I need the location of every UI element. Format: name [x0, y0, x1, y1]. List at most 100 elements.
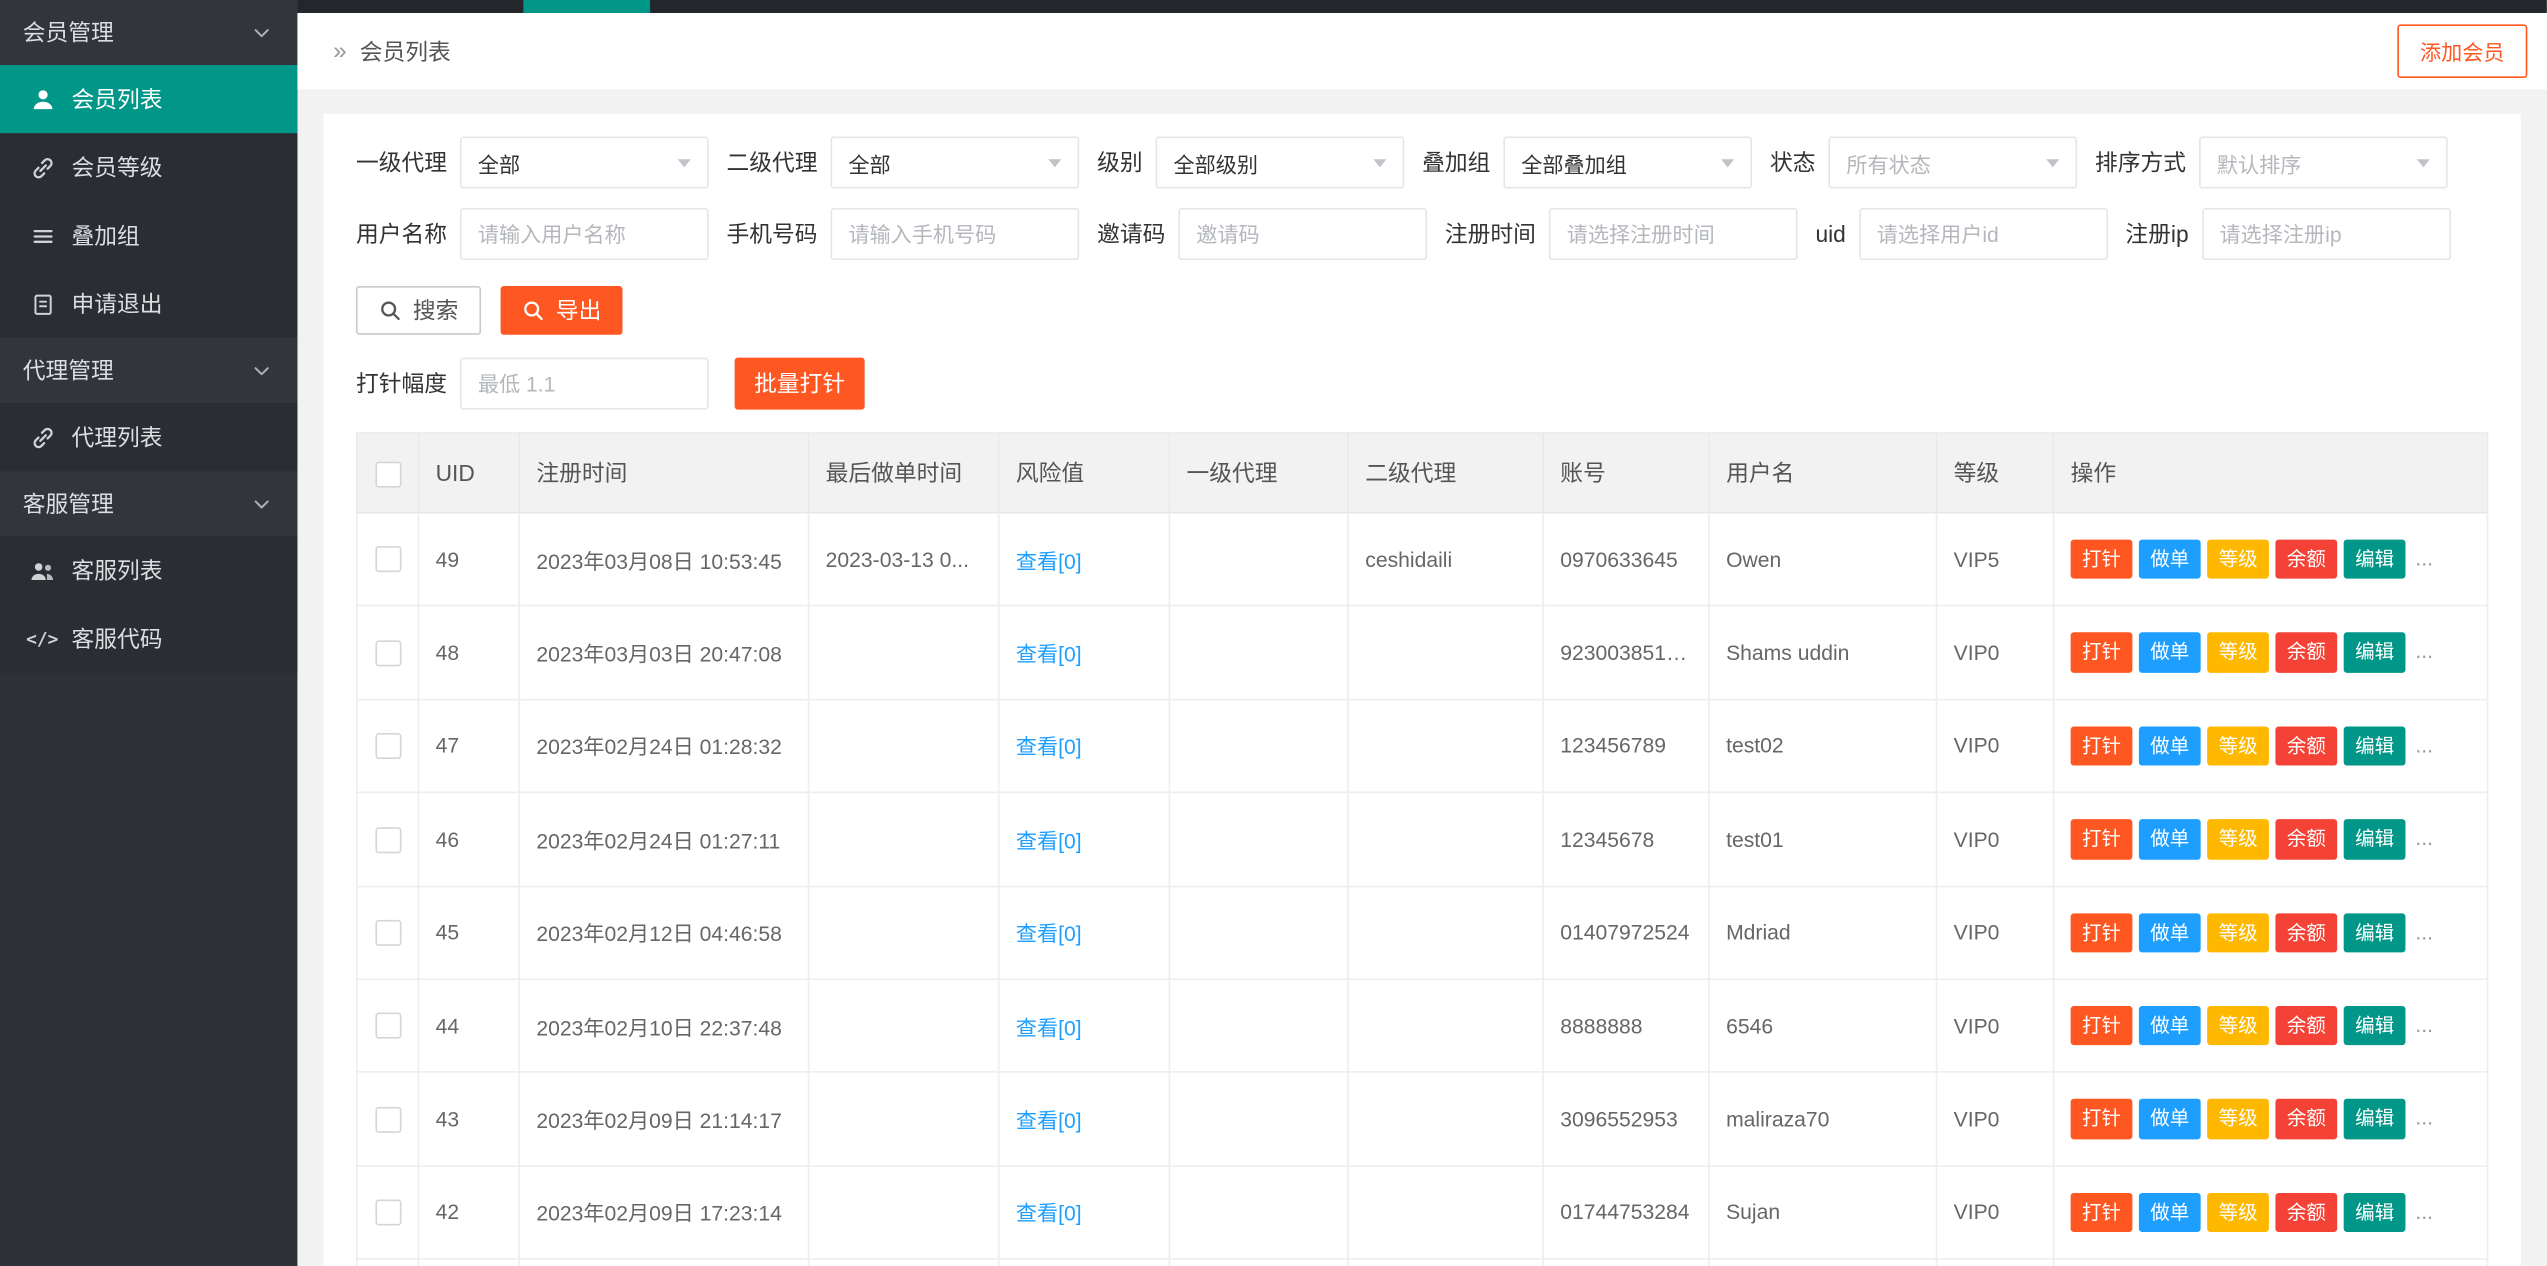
sidebar-group-service-manage[interactable]: 客服管理: [0, 471, 297, 536]
needle-action-button[interactable]: 打针: [2071, 913, 2133, 953]
risk-view-link[interactable]: 查看[0]: [1016, 735, 1082, 759]
sort-select[interactable]: 默认排序: [2199, 137, 2448, 189]
sidebar-item-service-list[interactable]: 客服列表: [0, 536, 297, 604]
risk-view-link[interactable]: 查看[0]: [1016, 922, 1082, 946]
order-action-button[interactable]: 做单: [2139, 1193, 2201, 1233]
cell-uid: 47: [419, 699, 520, 792]
edit-action-button[interactable]: 编辑: [2344, 726, 2406, 766]
row-checkbox[interactable]: [375, 920, 401, 946]
more-actions[interactable]: ...: [2415, 1106, 2433, 1130]
phone-input[interactable]: [831, 208, 1080, 260]
needle-action-button[interactable]: 打针: [2071, 540, 2133, 580]
level-action-button[interactable]: 等级: [2207, 540, 2269, 580]
needle-action-button[interactable]: 打针: [2071, 1006, 2133, 1046]
edit-action-button[interactable]: 编辑: [2344, 633, 2406, 673]
cell-agent1: [1169, 886, 1348, 979]
row-checkbox[interactable]: [375, 733, 401, 759]
level-action-button[interactable]: 等级: [2207, 1099, 2269, 1139]
agent1-select[interactable]: 全部: [460, 137, 709, 189]
balance-action-button[interactable]: 余额: [2275, 1006, 2337, 1046]
sidebar-item-stack-group[interactable]: 叠加组: [0, 202, 297, 270]
export-button[interactable]: 导出: [501, 286, 623, 335]
more-actions[interactable]: ...: [2415, 1199, 2433, 1223]
needle-action-button[interactable]: 打针: [2071, 1099, 2133, 1139]
needle-action-button[interactable]: 打针: [2071, 819, 2133, 859]
username-input[interactable]: [460, 208, 709, 260]
risk-view-link[interactable]: 查看[0]: [1016, 1109, 1082, 1133]
order-action-button[interactable]: 做单: [2139, 1099, 2201, 1139]
row-checkbox[interactable]: [375, 827, 401, 853]
order-action-button[interactable]: 做单: [2139, 819, 2201, 859]
more-actions[interactable]: ...: [2415, 639, 2433, 663]
search-button[interactable]: 搜索: [356, 286, 481, 335]
sidebar-group-member-manage[interactable]: 会员管理: [0, 0, 297, 65]
level-action-button[interactable]: 等级: [2207, 726, 2269, 766]
chevron-down-icon: [1373, 159, 1386, 174]
needle-action-button[interactable]: 打针: [2071, 633, 2133, 673]
invite-code-input[interactable]: [1178, 208, 1427, 260]
more-actions[interactable]: ...: [2415, 546, 2433, 570]
select-all-checkbox[interactable]: [375, 461, 401, 487]
balance-action-button[interactable]: 余额: [2275, 540, 2337, 580]
row-checkbox[interactable]: [375, 1107, 401, 1133]
sidebar-item-agent-list[interactable]: 代理列表: [0, 403, 297, 471]
uid-input[interactable]: [1859, 208, 2108, 260]
risk-view-link[interactable]: 查看[0]: [1016, 549, 1082, 573]
level-action-button[interactable]: 等级: [2207, 819, 2269, 859]
edit-action-button[interactable]: 编辑: [2344, 913, 2406, 953]
reg-time-input[interactable]: [1549, 208, 1798, 260]
sidebar-group-label: 会员管理: [23, 16, 114, 49]
cell-agent2: ceshidaili: [1348, 513, 1543, 606]
balance-action-button[interactable]: 余额: [2275, 726, 2337, 766]
risk-view-link[interactable]: 查看[0]: [1016, 642, 1082, 666]
active-tab[interactable]: [523, 0, 650, 13]
needle-range-input[interactable]: [460, 358, 709, 410]
edit-action-button[interactable]: 编辑: [2344, 819, 2406, 859]
needle-action-button[interactable]: 打针: [2071, 1193, 2133, 1233]
balance-action-button[interactable]: 余额: [2275, 913, 2337, 953]
order-action-button[interactable]: 做单: [2139, 913, 2201, 953]
sidebar-item-apply-exit[interactable]: 申请退出: [0, 270, 297, 338]
order-action-button[interactable]: 做单: [2139, 540, 2201, 580]
balance-action-button[interactable]: 余额: [2275, 1193, 2337, 1233]
edit-action-button[interactable]: 编辑: [2344, 1193, 2406, 1233]
more-actions[interactable]: ...: [2415, 826, 2433, 850]
add-member-button[interactable]: 添加会员: [2397, 24, 2527, 78]
sidebar-group-agent-manage[interactable]: 代理管理: [0, 338, 297, 403]
edit-action-button[interactable]: 编辑: [2344, 540, 2406, 580]
row-checkbox[interactable]: [375, 640, 401, 666]
needle-action-button[interactable]: 打针: [2071, 726, 2133, 766]
balance-action-button[interactable]: 余额: [2275, 819, 2337, 859]
more-actions[interactable]: ...: [2415, 733, 2433, 757]
balance-action-button[interactable]: 余额: [2275, 633, 2337, 673]
status-select[interactable]: 所有状态: [1828, 137, 2077, 189]
risk-view-link[interactable]: 查看[0]: [1016, 829, 1082, 853]
sidebar-item-service-code[interactable]: </>客服代码: [0, 605, 297, 673]
order-action-button[interactable]: 做单: [2139, 726, 2201, 766]
level-select[interactable]: 全部级别: [1156, 137, 1405, 189]
order-action-button[interactable]: 做单: [2139, 1006, 2201, 1046]
level-action-button[interactable]: 等级: [2207, 913, 2269, 953]
cell-actions: 打针做单等级余额编辑...: [2054, 699, 2488, 792]
risk-view-link[interactable]: 查看[0]: [1016, 1202, 1082, 1226]
row-checkbox[interactable]: [375, 547, 401, 573]
level-action-button[interactable]: 等级: [2207, 1006, 2269, 1046]
stack-select[interactable]: 全部叠加组: [1503, 137, 1752, 189]
edit-action-button[interactable]: 编辑: [2344, 1099, 2406, 1139]
edit-action-button[interactable]: 编辑: [2344, 1006, 2406, 1046]
more-actions[interactable]: ...: [2415, 1012, 2433, 1036]
balance-action-button[interactable]: 余额: [2275, 1099, 2337, 1139]
reg-ip-input[interactable]: [2202, 208, 2451, 260]
sidebar-item-member-list[interactable]: 会员列表: [0, 65, 297, 133]
level-action-button[interactable]: 等级: [2207, 633, 2269, 673]
agent2-select[interactable]: 全部: [831, 137, 1080, 189]
batch-needle-button[interactable]: 批量打针: [735, 358, 865, 410]
row-checkbox[interactable]: [375, 1200, 401, 1226]
row-checkbox[interactable]: [375, 1013, 401, 1039]
sidebar-item-member-level[interactable]: 会员等级: [0, 133, 297, 201]
search-icon: [522, 299, 545, 322]
more-actions[interactable]: ...: [2415, 919, 2433, 943]
order-action-button[interactable]: 做单: [2139, 633, 2201, 673]
level-action-button[interactable]: 等级: [2207, 1193, 2269, 1233]
risk-view-link[interactable]: 查看[0]: [1016, 1015, 1082, 1039]
